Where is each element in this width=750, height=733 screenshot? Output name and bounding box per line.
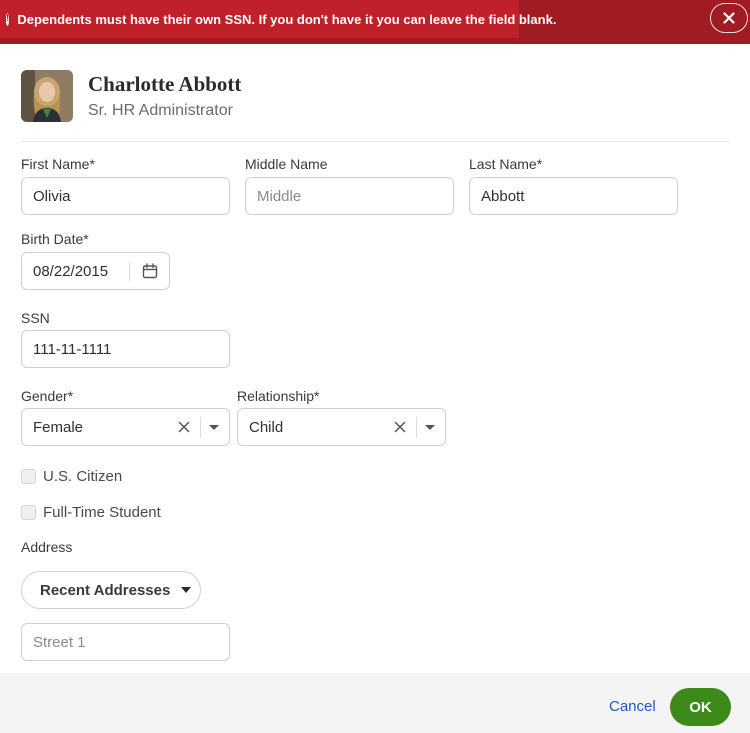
street1-input[interactable]	[21, 623, 230, 661]
ssn-label: SSN	[21, 310, 50, 326]
employee-name: Charlotte Abbott	[88, 72, 242, 96]
relationship-select[interactable]: Child	[237, 408, 446, 446]
employee-title: Sr. HR Administrator	[88, 102, 233, 119]
close-icon	[723, 12, 735, 24]
relationship-value: Child	[249, 418, 284, 436]
us-citizen-option[interactable]: U.S. Citizen	[21, 468, 122, 485]
full-time-student-option[interactable]: Full-Time Student	[21, 504, 161, 521]
last-name-input[interactable]	[469, 177, 678, 215]
first-name-label: First Name*	[21, 156, 95, 172]
header-divider	[21, 141, 730, 142]
recent-addresses-label: Recent Addresses	[40, 581, 171, 599]
calendar-icon[interactable]	[142, 263, 158, 279]
us-citizen-checkbox[interactable]	[21, 469, 36, 484]
clear-relationship-icon[interactable]	[393, 420, 407, 434]
error-message-text: Dependents must have their own SSN. If y…	[17, 11, 557, 27]
gender-label: Gender*	[21, 388, 74, 404]
us-citizen-label: U.S. Citizen	[43, 468, 123, 485]
middle-name-label: Middle Name	[245, 156, 328, 172]
select-separator	[200, 417, 201, 437]
birth-date-input[interactable]: 08/22/2015	[21, 252, 170, 290]
gender-select[interactable]: Female	[21, 408, 230, 446]
address-label: Address	[21, 539, 73, 555]
error-message-box: ! Dependents must have their own SSN. If…	[0, 0, 556, 38]
chevron-down-icon[interactable]	[209, 425, 219, 430]
birth-date-value: 08/22/2015	[33, 262, 109, 280]
caret-down-icon	[181, 587, 192, 593]
full-time-student-checkbox[interactable]	[21, 505, 36, 520]
full-time-student-label: Full-Time Student	[43, 504, 161, 521]
last-name-label: Last Name*	[469, 156, 543, 172]
exclamation-circle-icon: !	[6, 12, 10, 26]
gender-value: Female	[33, 418, 84, 436]
employee-profile-header: Charlotte Abbott Sr. HR Administrator	[21, 70, 241, 122]
relationship-label: Relationship*	[237, 388, 320, 404]
cancel-button[interactable]: Cancel	[609, 698, 656, 715]
close-alert-button[interactable]	[710, 3, 748, 33]
recent-addresses-button[interactable]: Recent Addresses	[21, 571, 201, 609]
middle-name-input[interactable]	[245, 177, 454, 215]
ok-button[interactable]: OK	[670, 688, 731, 726]
select-separator	[416, 417, 417, 437]
date-separator	[129, 261, 130, 281]
avatar	[21, 70, 73, 122]
error-banner: ! Dependents must have their own SSN. If…	[0, 0, 750, 44]
first-name-input[interactable]	[21, 177, 230, 215]
clear-gender-icon[interactable]	[177, 420, 191, 434]
birth-date-label: Birth Date*	[21, 231, 89, 247]
ssn-input[interactable]	[21, 330, 230, 368]
chevron-down-icon[interactable]	[425, 425, 435, 430]
